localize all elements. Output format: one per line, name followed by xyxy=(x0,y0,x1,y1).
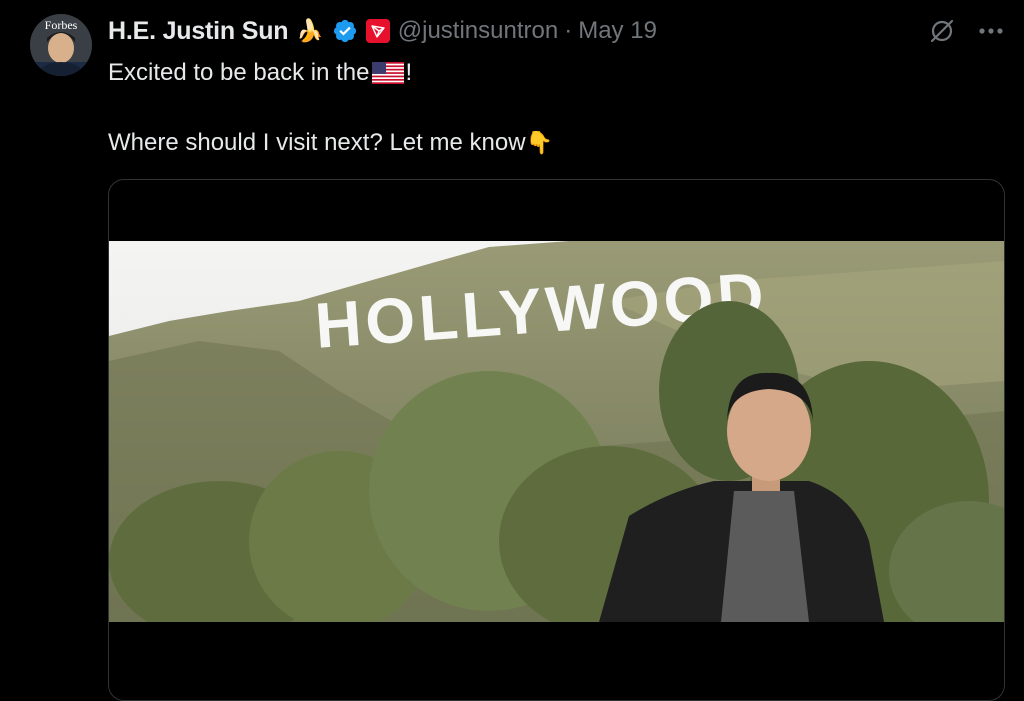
tweet-text-question: Where should I visit next? Let me know xyxy=(108,129,526,156)
tweet-video[interactable]: HOLLYWOOD xyxy=(108,179,1005,701)
author-avatar[interactable]: Forbes xyxy=(30,14,92,76)
pointing-down-emoji: 👇 xyxy=(525,130,553,155)
tweet-actions xyxy=(928,14,1004,48)
tweet-date[interactable]: May 19 xyxy=(578,17,657,45)
author-handle[interactable]: @justinsuntron xyxy=(398,17,558,45)
tweet-text-line-1: Excited to be back in the ! xyxy=(108,58,988,88)
tweet-text-line-2: Where should I visit next? Let me know 👇 xyxy=(108,128,988,158)
more-dots-icon[interactable] xyxy=(978,27,1004,35)
tweet-text-exclamation: ! xyxy=(405,59,413,86)
header-separator: · xyxy=(564,17,573,44)
banana-emoji: 🍌 xyxy=(296,18,324,43)
us-flag-icon xyxy=(371,62,404,84)
author-name[interactable]: H.E. Justin Sun xyxy=(108,17,289,46)
tron-logo-icon[interactable] xyxy=(365,19,390,43)
tweet-header: H.E. Justin Sun 🍌 @justinsuntron · May 1… xyxy=(108,14,657,48)
tweet-text: Excited to be back in the ! Where should… xyxy=(108,58,988,158)
grok-icon[interactable] xyxy=(928,17,956,45)
avatar-forbes-label: Forbes xyxy=(44,18,78,32)
tweet-text-part: Excited to be back in the xyxy=(108,59,370,86)
verified-check-icon[interactable] xyxy=(332,18,358,44)
video-frame: HOLLYWOOD xyxy=(109,241,1004,622)
